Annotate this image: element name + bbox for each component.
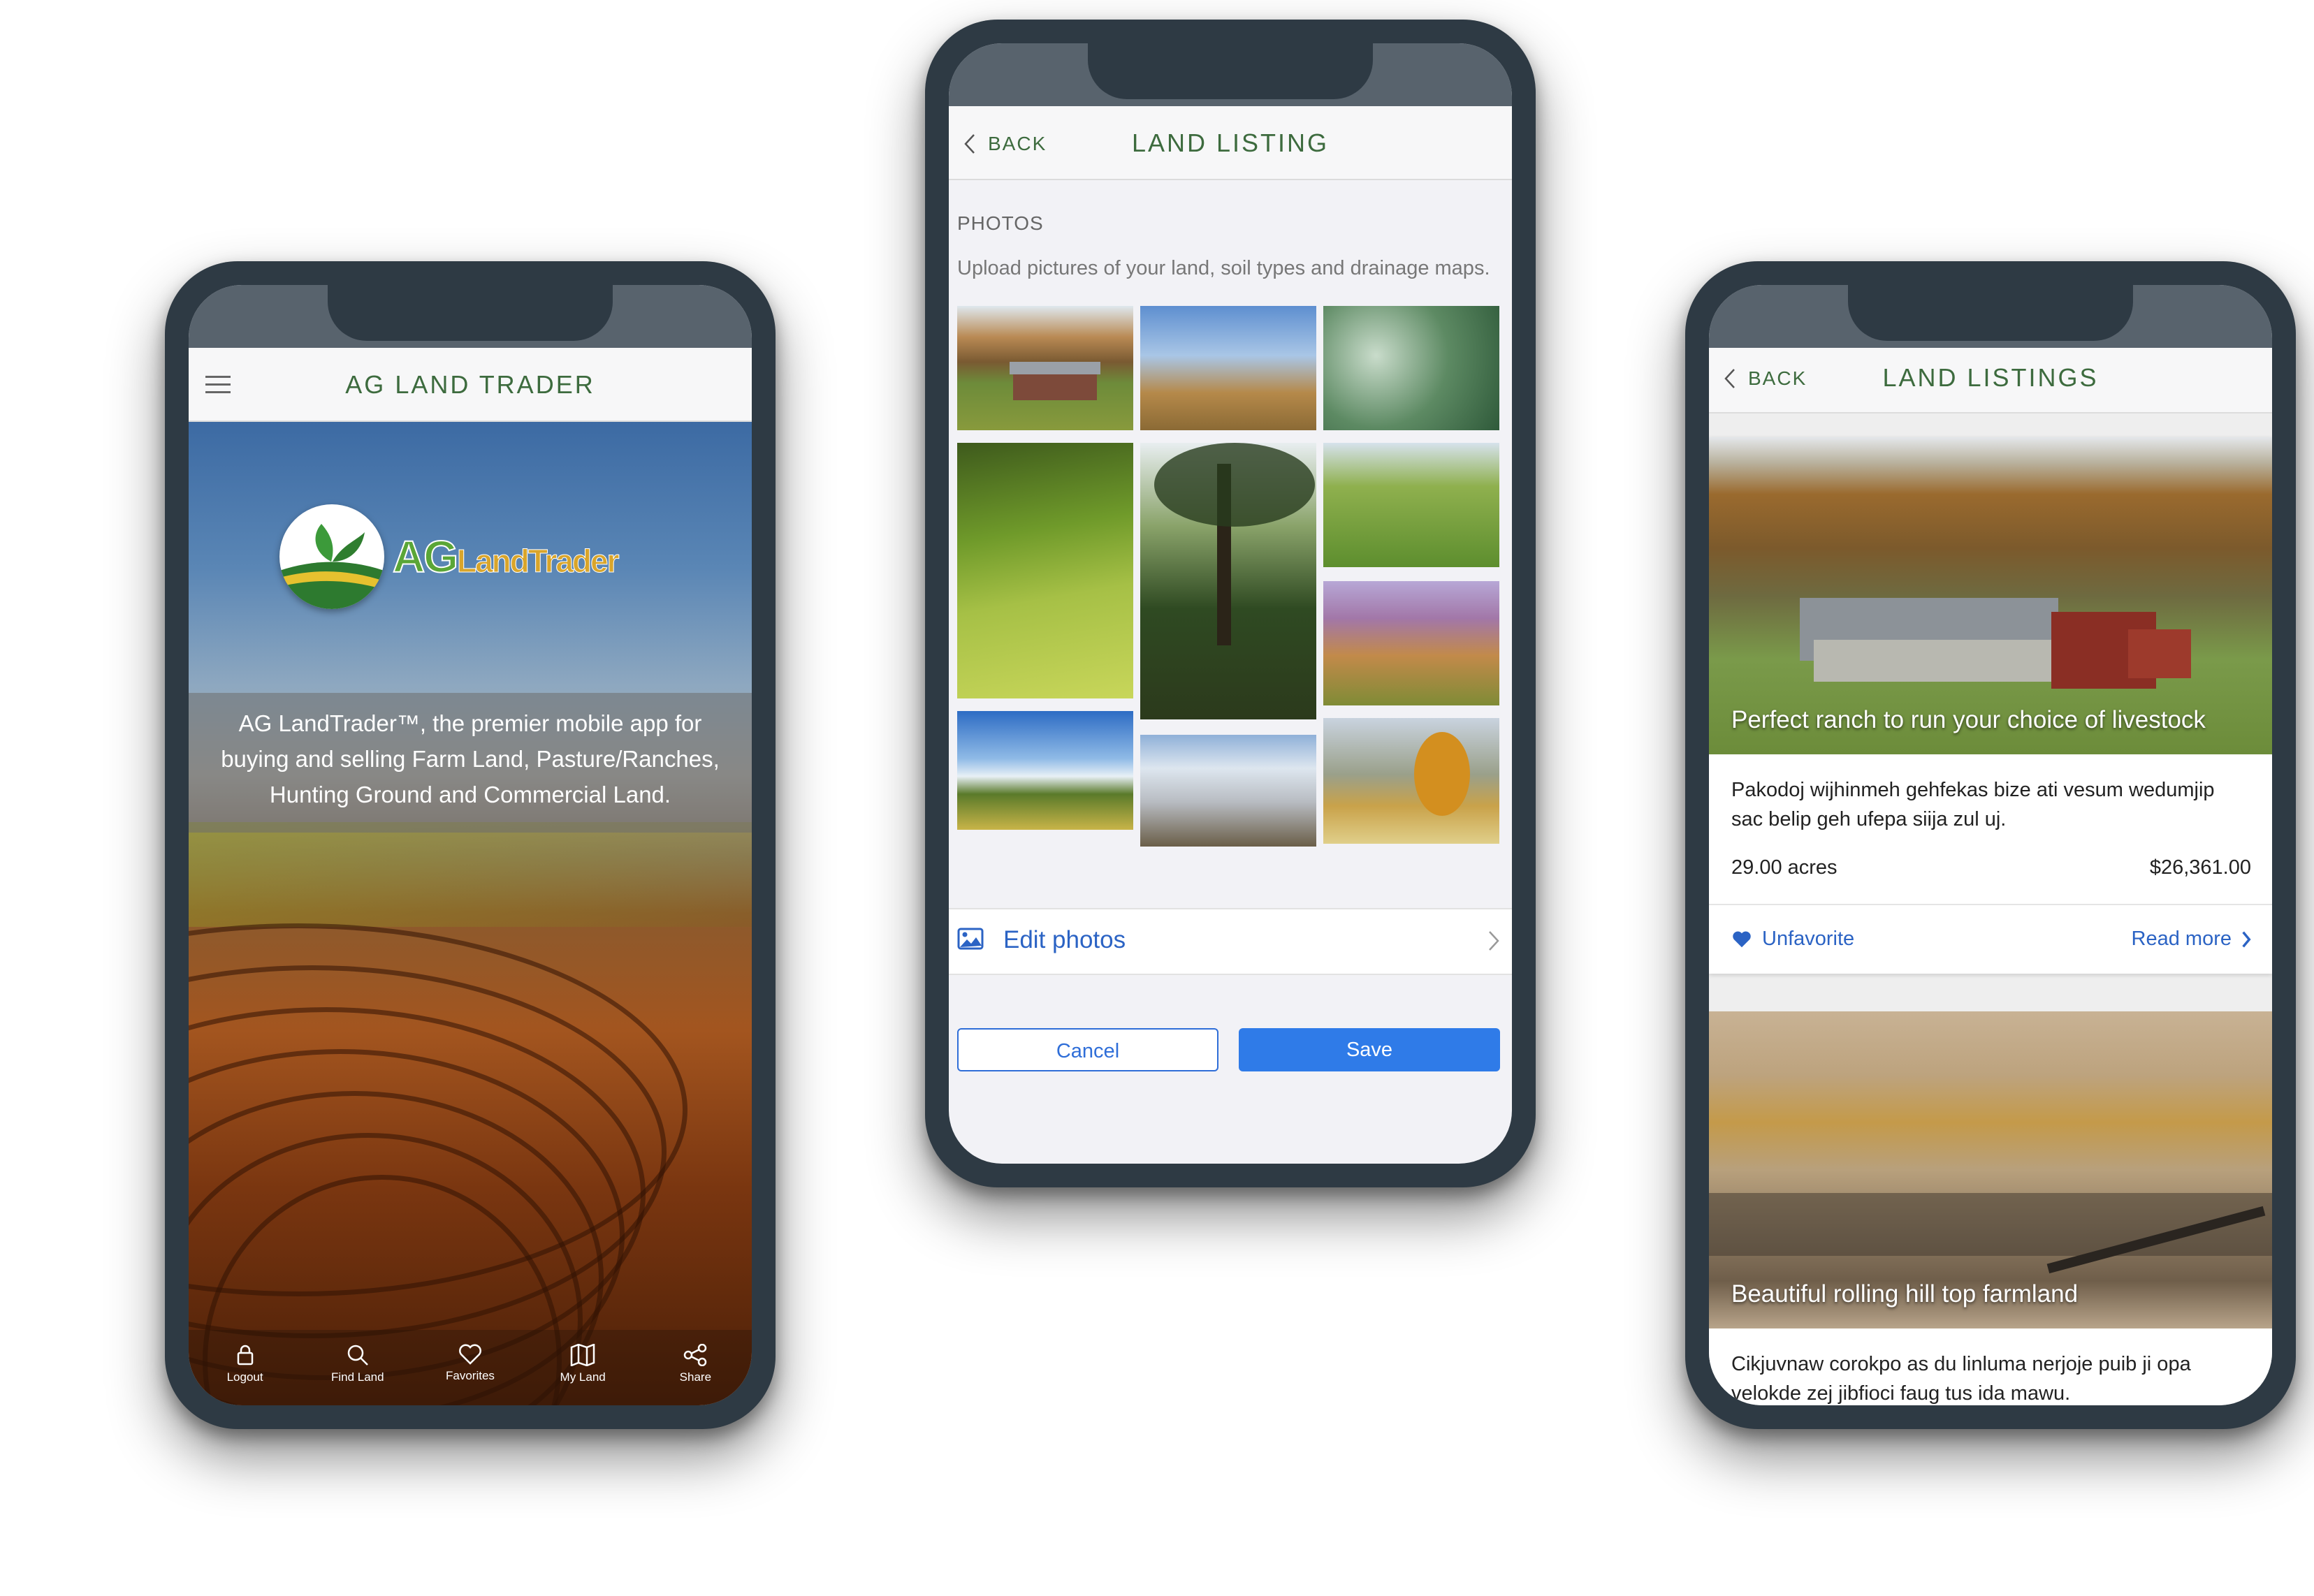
phone-home: AG LAND TRADER AGLandTrader AG LandTrade… [165, 261, 776, 1429]
tab-logout[interactable]: Logout [193, 1330, 298, 1405]
listing-caption: Perfect ranch to run your choice of live… [1731, 706, 2206, 733]
listing-description: Pakodoj wijhinmeh gehfekas bize ati vesu… [1731, 779, 2215, 830]
listings-navbar: BACK LAND LISTINGS [1709, 348, 2272, 413]
listing-acres: 29.00 acres [1731, 856, 1838, 879]
tab-find-land[interactable]: Find Land [305, 1330, 410, 1405]
tab-label: Favorites [446, 1369, 495, 1382]
read-more-link[interactable]: Read more [2132, 928, 2251, 951]
tab-favorites[interactable]: Favorites [418, 1330, 523, 1405]
search-icon [347, 1345, 368, 1366]
edit-photos-label: Edit photos [1003, 926, 1126, 953]
listing-description: Cikjuvnaw corokpo as du linluma nerjoje … [1731, 1353, 2191, 1405]
listings-screen: BACK LAND LISTINGS Perfect ranch to run … [1709, 285, 2272, 1405]
map-icon [570, 1344, 595, 1366]
read-more-label: Read more [2131, 928, 2232, 950]
edit-photos-row[interactable]: Edit photos [949, 908, 1512, 975]
heart-icon [459, 1344, 481, 1365]
photo-thumbnail[interactable] [957, 306, 1133, 430]
home-screen: AG LAND TRADER AGLandTrader AG LandTrade… [189, 285, 752, 1405]
listing-card[interactable]: Beautiful rolling hill top farmland Cikj… [1709, 1011, 2272, 1405]
hero-background-image: AGLandTrader AG LandTrader™, the premier… [189, 420, 752, 1405]
photo-thumbnail[interactable] [957, 443, 1133, 698]
image-icon [957, 928, 984, 950]
tab-label: Find Land [330, 1370, 384, 1384]
tab-my-land[interactable]: My Land [530, 1330, 635, 1405]
tab-share[interactable]: Share [643, 1330, 748, 1405]
lock-icon [237, 1345, 253, 1366]
photo-thumbnail[interactable] [957, 711, 1133, 830]
unfavorite-button[interactable]: Unfavorite [1731, 928, 1854, 951]
field-grass-band [189, 822, 752, 927]
photo-thumbnail[interactable] [1140, 443, 1316, 719]
app-logo: AGLandTrader [279, 504, 620, 609]
heart-filled-icon [1733, 931, 1751, 947]
listing-card[interactable]: Perfect ranch to run your choice of live… [1709, 437, 2272, 974]
photos-section-label: PHOTOS [957, 212, 1044, 234]
cancel-button[interactable]: Cancel [957, 1028, 1218, 1071]
phone-listing-editor: BACK LAND LISTING PHOTOS Upload pictures… [925, 20, 1536, 1187]
logo-wordmark: AGLandTrader [392, 531, 620, 583]
home-navbar: AG LAND TRADER [189, 348, 752, 422]
chevron-right-icon [1489, 931, 1499, 951]
leaf-logo-icon [279, 524, 384, 609]
photo-thumbnail[interactable] [1323, 581, 1499, 705]
upload-hint: Upload pictures of your land, soil types… [957, 257, 1490, 279]
logo-emblem [279, 504, 384, 609]
phone-notch [1848, 285, 2133, 341]
photo-thumbnail[interactable] [1323, 443, 1499, 567]
listing-editor-screen: BACK LAND LISTING PHOTOS Upload pictures… [949, 43, 1512, 1164]
tab-label: Logout [226, 1370, 263, 1384]
photo-thumbnail[interactable] [1323, 306, 1499, 430]
share-icon [684, 1344, 707, 1366]
chevron-right-icon [2242, 930, 2251, 948]
home-title: AG LAND TRADER [345, 370, 595, 399]
listing-navbar: BACK LAND LISTING [949, 106, 1512, 180]
listing-price: $26,361.00 [2149, 856, 2251, 879]
phone-notch [328, 285, 613, 341]
phone-notch [1088, 43, 1373, 99]
unfavorite-label: Unfavorite [1762, 928, 1855, 950]
bottom-tab-bar: Logout Find Land Favorites My Land Share [189, 1330, 752, 1405]
photo-thumbnail[interactable] [1140, 306, 1316, 430]
photo-thumbnail[interactable] [1140, 735, 1316, 847]
listing-caption: Beautiful rolling hill top farmland [1731, 1280, 2079, 1308]
listings-title: LAND LISTINGS [1882, 363, 2099, 392]
listing-actions: Unfavorite Read more [1709, 904, 2272, 972]
listing-title: LAND LISTING [1131, 129, 1330, 157]
phone-listings: BACK LAND LISTINGS Perfect ranch to run … [1685, 261, 2296, 1429]
tab-label: Share [679, 1370, 712, 1384]
app-tagline: AG LandTrader™, the premier mobile app f… [221, 710, 720, 807]
save-button[interactable]: Save [1239, 1028, 1500, 1071]
photo-thumbnail[interactable] [1323, 718, 1499, 844]
tab-label: My Land [560, 1370, 606, 1384]
